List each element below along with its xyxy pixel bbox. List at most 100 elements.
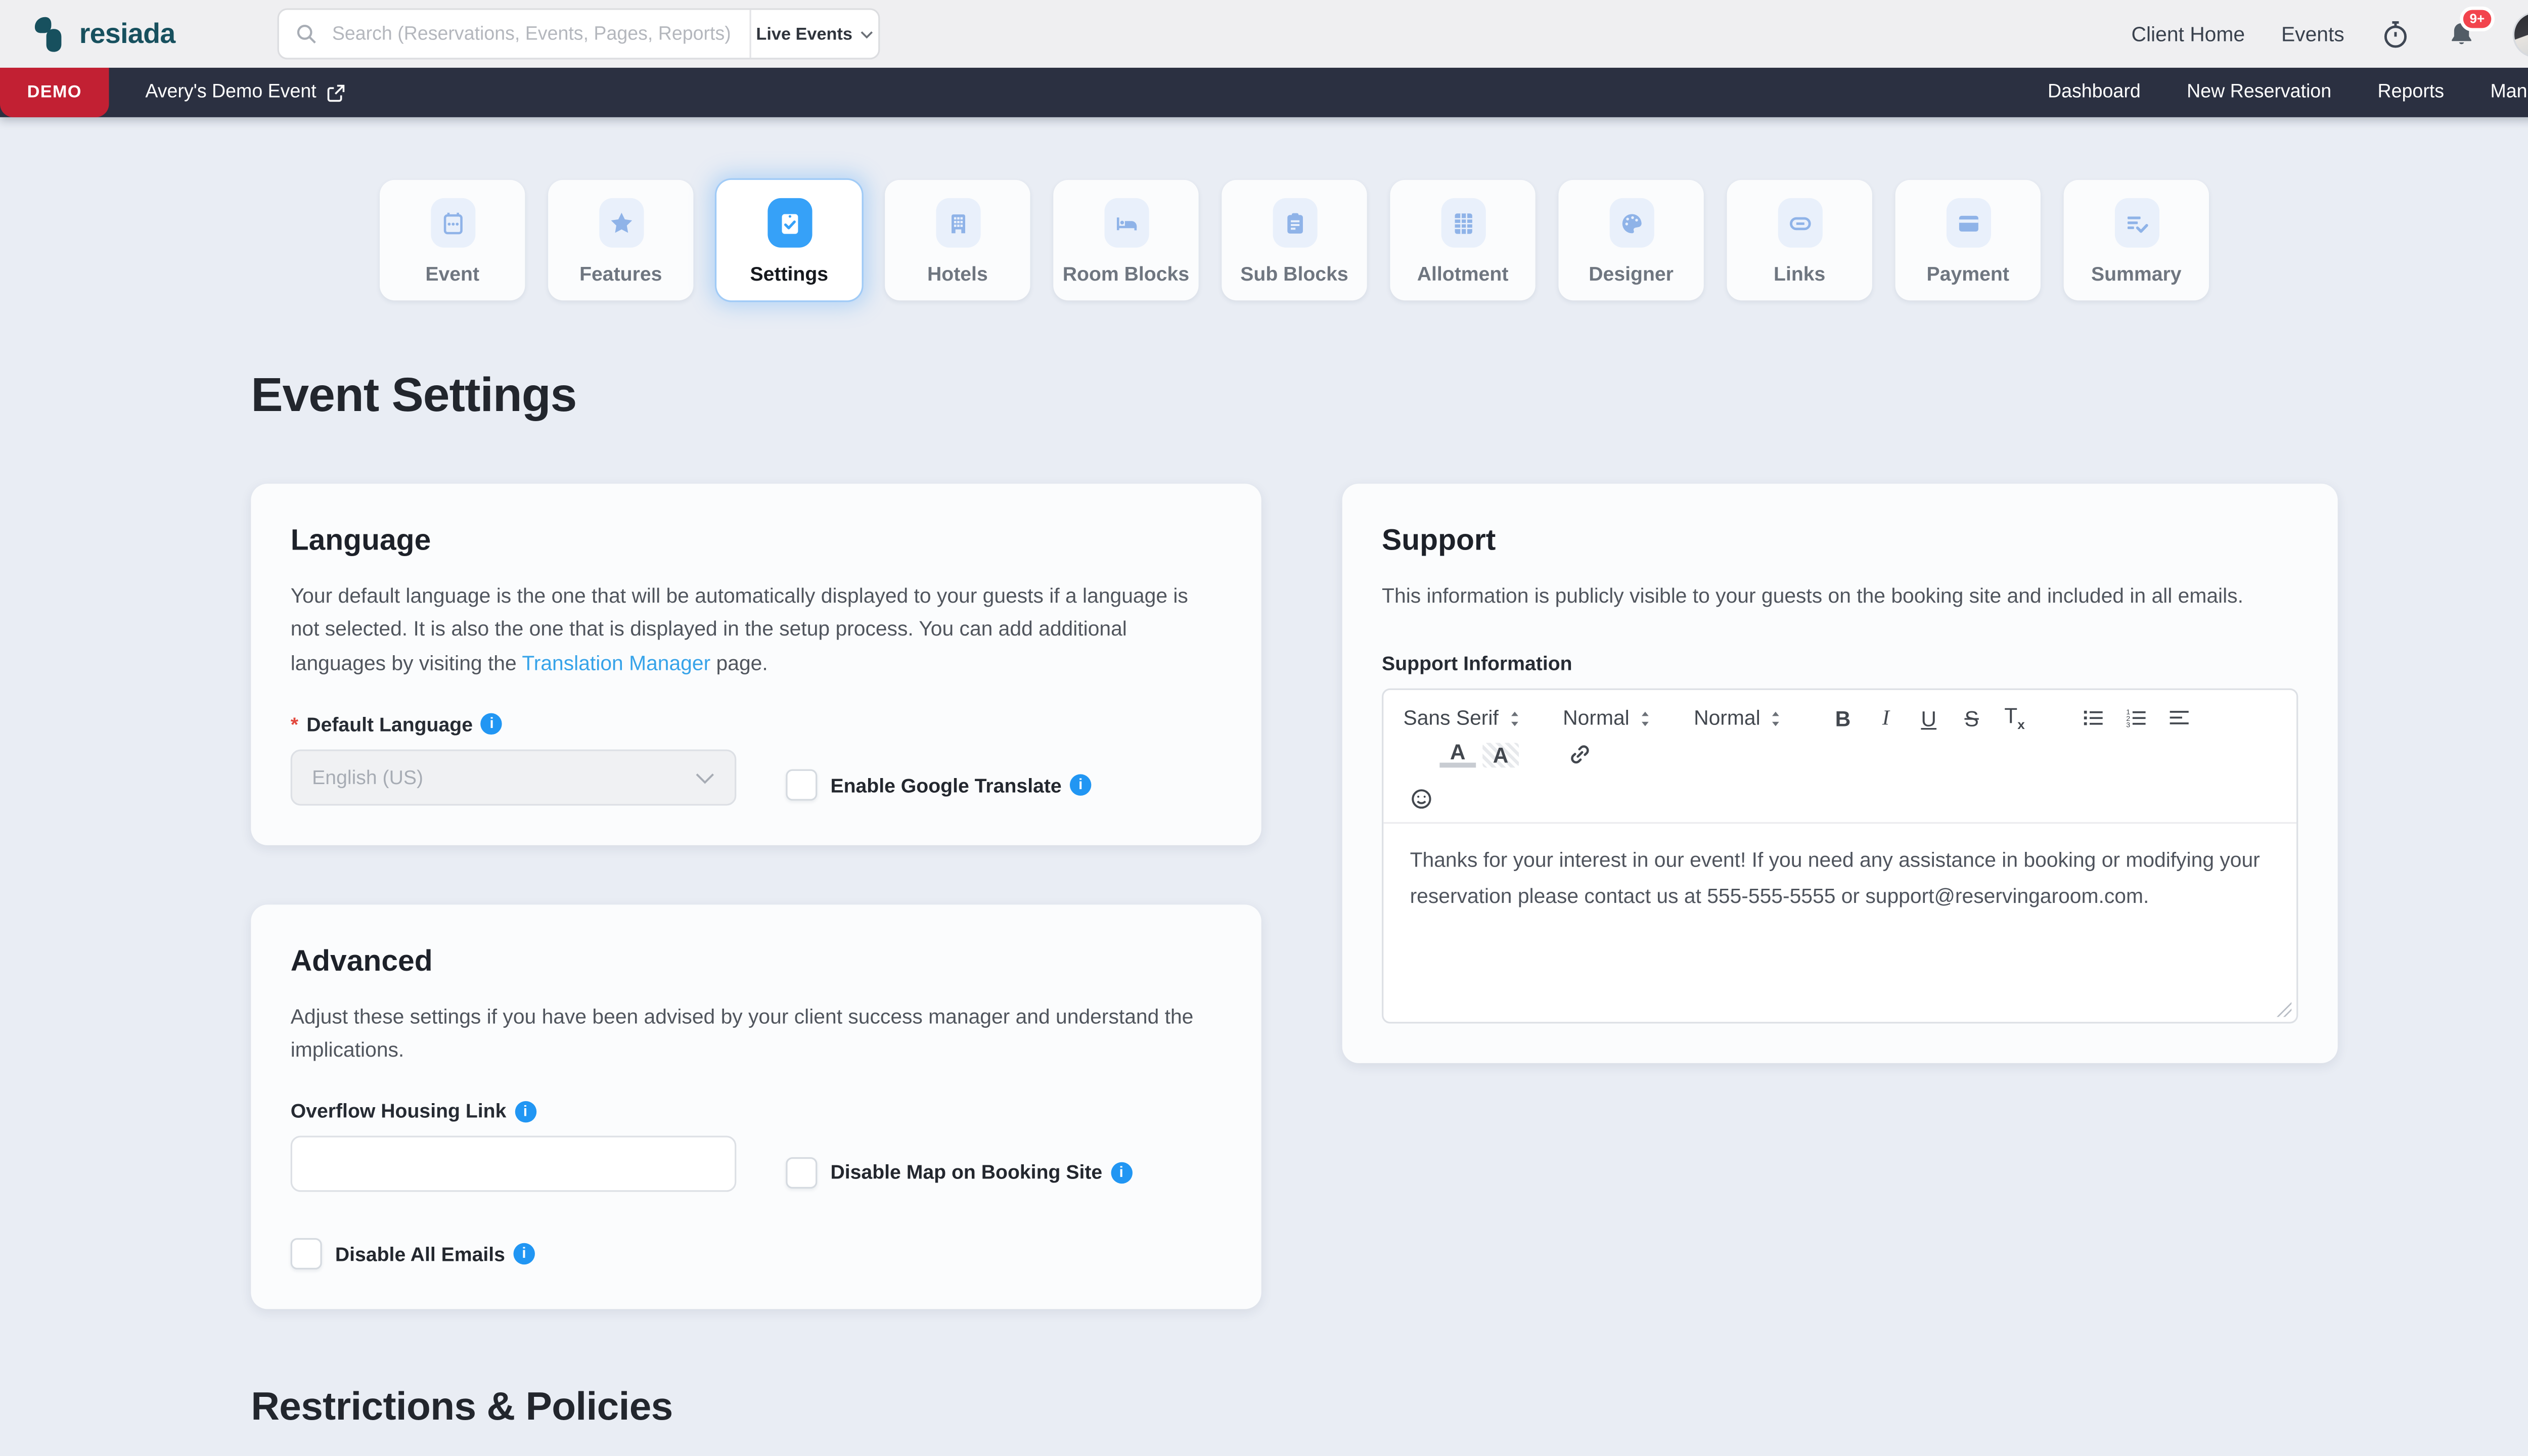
disable-emails-row: Disable All Emails — [291, 1239, 1222, 1270]
tab-label: Summary — [2091, 262, 2182, 286]
bullet-list-icon — [2082, 706, 2105, 729]
tab-label: Event — [425, 262, 479, 286]
underline-button[interactable]: U — [1911, 706, 1947, 731]
new-reservation-link[interactable]: New Reservation — [2187, 82, 2331, 102]
restrictions-section-title: Restrictions & Policies — [251, 1385, 2528, 1431]
tab-hotels[interactable]: Hotels — [885, 180, 1030, 300]
user-avatar[interactable] — [2513, 11, 2528, 57]
dashboard-link[interactable]: Dashboard — [2048, 82, 2141, 102]
link-icon — [1777, 198, 1822, 248]
text-color-button[interactable]: A — [1439, 743, 1476, 767]
enable-google-translate-checkbox[interactable] — [786, 769, 817, 801]
events-link[interactable]: Events — [2281, 22, 2344, 46]
tab-room-blocks[interactable]: Room Blocks — [1053, 180, 1198, 300]
manage-link[interactable]: Manage — [2491, 82, 2528, 102]
emoji-button[interactable] — [1404, 787, 1440, 812]
brand-logo[interactable]: resiada — [30, 14, 175, 54]
brand-name: resiada — [79, 17, 175, 50]
event-name-label: Avery's Demo Event — [145, 82, 316, 102]
demo-badge: DEMO — [0, 68, 109, 117]
disable-map-checkbox[interactable] — [786, 1157, 817, 1188]
info-icon[interactable] — [1111, 1162, 1132, 1183]
chevron-down-icon — [695, 765, 715, 789]
disable-all-emails-checkbox[interactable] — [291, 1239, 322, 1270]
highlight-color-button[interactable]: A — [1482, 743, 1519, 767]
top-navbar: resiada Live Events Client Home Events — [0, 0, 2528, 68]
event-navbar-links: Dashboard New Reservation Reports Manage — [2048, 82, 2528, 102]
right-column: Support This information is publicly vis… — [1342, 484, 2338, 1063]
recent-activity-button[interactable] — [2381, 19, 2411, 49]
top-navbar-right: Client Home Events 9+ — [2132, 11, 2528, 57]
chevron-down-icon — [861, 29, 874, 39]
support-information-label: Support Information — [1382, 653, 2298, 676]
insert-link-button[interactable] — [1562, 743, 1598, 767]
default-language-select[interactable]: English (US) — [291, 749, 737, 805]
tab-label: Room Blocks — [1063, 262, 1189, 286]
bullet-list-button[interactable] — [2075, 706, 2112, 731]
font-picker[interactable]: Sans Serif — [1404, 707, 1520, 730]
info-icon[interactable] — [481, 713, 502, 735]
event-tabs: Event Features Settings Hotels Room Bloc — [0, 180, 2528, 300]
strikethrough-button[interactable]: S — [1954, 706, 1990, 731]
tab-allotment[interactable]: Allotment — [1390, 180, 1535, 300]
event-navbar: DEMO Avery's Demo Event Dashboard New Re… — [0, 68, 2528, 117]
left-column: Language Your default language is the on… — [251, 484, 1261, 1309]
bed-icon — [1104, 198, 1148, 248]
tab-label: Designer — [1589, 262, 1674, 286]
clipboard-list-icon — [1272, 198, 1317, 248]
tab-summary[interactable]: Summary — [2064, 180, 2209, 300]
sort-carets-icon — [1770, 709, 1782, 727]
search-scope-dropdown[interactable]: Live Events — [750, 10, 879, 58]
support-card-title: Support — [1382, 523, 2298, 558]
search-scope-label: Live Events — [756, 24, 852, 43]
tab-event[interactable]: Event — [380, 180, 525, 300]
required-asterisk: * — [291, 713, 298, 736]
tab-label: Hotels — [927, 262, 988, 286]
page-title: Event Settings — [251, 370, 2528, 424]
search-box[interactable] — [279, 10, 750, 58]
resiada-logo-icon — [30, 14, 68, 54]
tab-sub-blocks[interactable]: Sub Blocks — [1222, 180, 1367, 300]
language-form-row: * Default Language English (US) — [291, 713, 1222, 805]
search-input[interactable] — [329, 22, 733, 46]
style-picker[interactable]: Normal — [1694, 707, 1782, 730]
event-name-link[interactable]: Avery's Demo Event — [145, 82, 344, 102]
size-picker[interactable]: Normal — [1563, 707, 1651, 730]
palette-icon — [1609, 198, 1653, 248]
info-icon[interactable] — [513, 1244, 534, 1265]
tab-label: Allotment — [1417, 262, 1509, 286]
star-icon — [599, 198, 643, 248]
info-icon[interactable] — [515, 1101, 536, 1122]
tab-features[interactable]: Features — [548, 180, 693, 300]
tab-label: Payment — [1927, 262, 2009, 286]
grid-table-icon — [1440, 198, 1485, 248]
overflow-housing-input[interactable] — [291, 1136, 737, 1192]
translation-manager-link[interactable]: Translation Manager — [522, 651, 710, 674]
default-language-field: * Default Language English (US) — [291, 713, 737, 805]
tab-payment[interactable]: Payment — [1895, 180, 2041, 300]
reports-link[interactable]: Reports — [2378, 82, 2445, 102]
tab-links[interactable]: Links — [1727, 180, 1872, 300]
bold-button[interactable]: B — [1825, 706, 1861, 731]
enable-google-translate-label: Enable Google Translate — [830, 774, 1091, 797]
notifications-button[interactable]: 9+ — [2447, 19, 2476, 49]
client-home-link[interactable]: Client Home — [2132, 22, 2245, 46]
ordered-list-button[interactable]: 123 — [2118, 706, 2155, 731]
italic-button[interactable]: I — [1868, 705, 1904, 731]
tab-settings[interactable]: Settings — [716, 180, 862, 300]
smiley-icon — [1410, 787, 1433, 810]
rich-text-editor: Sans Serif Normal Normal B I — [1382, 689, 2298, 1023]
tab-designer[interactable]: Designer — [1558, 180, 1703, 300]
info-icon[interactable] — [1070, 775, 1091, 796]
app-root: resiada Live Events Client Home Events — [0, 0, 2528, 1456]
list-check-icon — [2114, 198, 2158, 248]
align-button[interactable] — [2161, 706, 2198, 731]
support-card-body: This information is publicly visible to … — [1382, 579, 2298, 613]
support-editor-content[interactable]: Thanks for your interest in our event! I… — [1383, 824, 2296, 1022]
clipboard-check-icon — [767, 198, 811, 248]
overflow-housing-field: Overflow Housing Link — [291, 1100, 737, 1193]
support-card: Support This information is publicly vis… — [1342, 484, 2338, 1063]
resize-handle[interactable] — [2277, 1002, 2291, 1017]
calendar-icon — [430, 198, 475, 248]
clear-formatting-button[interactable]: Tx — [1997, 704, 2033, 733]
